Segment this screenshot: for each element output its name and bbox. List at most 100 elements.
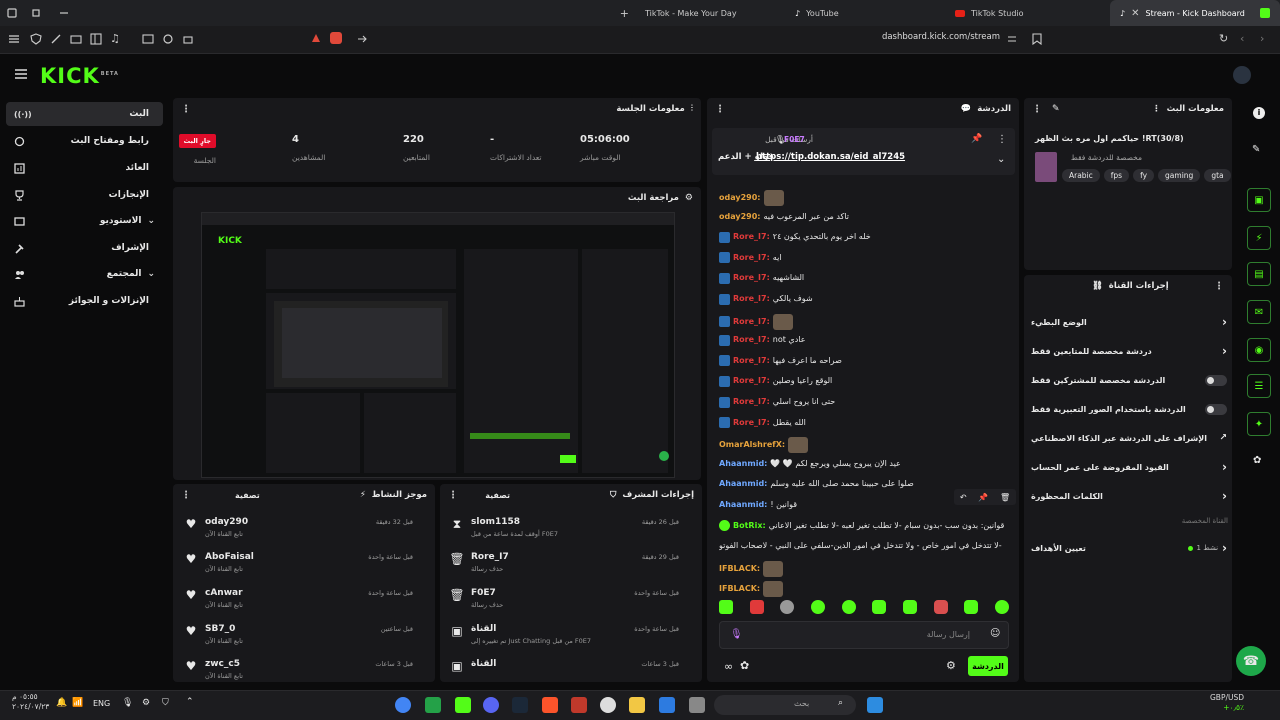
chat-send-button[interactable]: الدردشة xyxy=(968,656,1008,676)
pinned-message[interactable]: 📌 ⋮ أرسلت من قبل 🎙 F0E7 قولو + الدعم htt… xyxy=(712,128,1015,175)
info-rail-icon[interactable]: i xyxy=(1253,107,1265,119)
activity-row[interactable]: ♥ oday290 تابع القناة الآن قبل 32 دقيقة xyxy=(183,517,413,538)
tab-youtube[interactable]: ♪ YouTube xyxy=(785,0,945,26)
emote-rail-icon[interactable]: ✿ xyxy=(1253,455,1261,466)
nav-item-revenue[interactable]: العائد xyxy=(6,156,163,180)
rail-button-screen[interactable]: ▣ xyxy=(1247,188,1271,212)
files-icon[interactable] xyxy=(629,697,645,713)
toggle-switch[interactable] xyxy=(1205,403,1227,415)
mic-icon[interactable]: 🎙 xyxy=(730,629,743,640)
more-options-icon[interactable]: ⋮ xyxy=(997,134,1007,145)
chat-message[interactable]: Rore_I7: خله اخر يوم بالتحدي يكون ٢٤ xyxy=(719,231,1011,243)
more-options-icon[interactable]: ⋮ xyxy=(1214,281,1224,292)
emote-icon[interactable] xyxy=(749,600,764,614)
pencil-rail-icon[interactable]: ✎ xyxy=(1252,144,1260,155)
chat-message[interactable]: Rore_I7: صراحه ما اعرف فيها xyxy=(719,355,1011,367)
chat-message[interactable]: IFBLACK: xyxy=(719,560,1011,577)
browser-restore-icon[interactable] xyxy=(24,0,48,26)
tab-tiktok-studio[interactable]: TikTok Studio xyxy=(945,0,1110,26)
edit-icon[interactable]: ✎ xyxy=(1052,104,1060,114)
rail-button-doc[interactable]: ▤ xyxy=(1247,262,1271,286)
emote-icon[interactable] xyxy=(902,600,917,614)
new-tab-button[interactable]: + xyxy=(614,7,635,20)
store-bag-icon[interactable] xyxy=(659,697,675,713)
bookmark-icon[interactable] xyxy=(1032,33,1042,45)
activity-name[interactable]: oday290 xyxy=(205,517,248,527)
brave-icon[interactable] xyxy=(542,697,558,713)
rail-button-tools[interactable]: ✦ xyxy=(1247,412,1271,436)
hamburger-menu-icon[interactable] xyxy=(14,68,28,80)
steam-tray-icon[interactable]: ⚙ xyxy=(142,698,150,708)
activity-name[interactable]: cAnwar xyxy=(205,588,243,598)
activity-name[interactable]: zwc_c5 xyxy=(205,659,240,669)
mod-action-row[interactable]: ⧗ slom1158 أوقف لمدة ساعة من قبل F0E7 قبل 2… xyxy=(449,517,679,538)
chat-message[interactable]: Rore_I7: شوف يالكي xyxy=(719,293,1011,305)
emote-icon[interactable] xyxy=(719,600,733,614)
chat-username[interactable]: IFBLACK: xyxy=(719,583,760,595)
channel-action-item[interactable]: الوضع البطيء › xyxy=(1031,311,1227,333)
external-link-icon[interactable]: ↗ xyxy=(1219,433,1227,443)
chat-message[interactable]: oday290: تاكد من عبر المرعوب فيه xyxy=(719,211,1011,223)
extension-icon[interactable] xyxy=(50,33,62,45)
emote-icon[interactable] xyxy=(872,600,887,614)
wifi-icon[interactable]: 📶 xyxy=(72,698,83,708)
chat-settings-icon[interactable]: ⚙ xyxy=(946,659,956,672)
channel-action-item[interactable]: الإشراف على الدردشة عبر الذكاء الاصطناعي… xyxy=(1031,427,1227,449)
stream-preview-video[interactable]: KICK xyxy=(201,212,675,478)
chat-message[interactable]: Ahaanmid: عيد الإن يبروح يسلي ويرجع لكم 🤍… xyxy=(719,458,1011,470)
screenshot-icon[interactable] xyxy=(142,33,154,45)
clock[interactable]: ٠٥:٥٥ م ٢٠٢٤/٠٧/٢٣ xyxy=(12,692,49,712)
reply-icon[interactable]: ↶ xyxy=(960,493,967,502)
mouse-icon[interactable] xyxy=(600,697,616,713)
mod-action-row[interactable]: 🗑 Rore_I7 حذف رسالة قبل 29 دقيقة xyxy=(449,552,679,573)
mic-tray-icon[interactable]: 🎙 xyxy=(122,698,133,708)
chrome-icon[interactable] xyxy=(395,697,411,713)
nav-item-live[interactable]: البث ((·)) xyxy=(6,102,163,126)
emote-icon[interactable] xyxy=(994,600,1009,614)
chat-message[interactable]: -لا تتدخل في امور خاص - ولا تتدخل في امو… xyxy=(719,540,1011,552)
nav-item-stream-key[interactable]: رابط ومفتاح البث xyxy=(6,129,163,153)
chat-message[interactable]: Rore_I7: الوقع راعيا وصلين xyxy=(719,375,1011,387)
filter-button[interactable]: تصفية xyxy=(485,491,510,500)
chat-username[interactable]: Ahaanmid: xyxy=(719,499,767,511)
chevron-down-icon[interactable]: ⌄ xyxy=(997,154,1005,165)
emote-icon[interactable] xyxy=(780,600,795,614)
chat-username[interactable]: Ahaanmid: xyxy=(719,458,767,470)
channel-action-item[interactable]: الدردشة باستخدام الصور التعبيرية فقط xyxy=(1031,398,1227,420)
reload-icon[interactable]: ↻ xyxy=(1219,32,1228,45)
chat-username[interactable]: oday290: xyxy=(719,211,761,223)
more-options-icon[interactable]: ⋮ xyxy=(1032,104,1042,115)
avatar[interactable] xyxy=(1233,66,1251,84)
chat-username[interactable]: OmarAlshrefX: xyxy=(719,439,785,451)
windows-start-icon[interactable] xyxy=(867,697,883,713)
channel-action-item[interactable]: القيود المفروضة على عمر الحساب › xyxy=(1031,456,1227,478)
support-button[interactable]: ☎ xyxy=(1236,646,1266,676)
more-options-icon[interactable]: ⋮ xyxy=(715,104,725,115)
emote-icon[interactable] xyxy=(933,600,948,614)
chevron-up-icon[interactable]: ⌃ xyxy=(186,697,194,707)
taskbar-search[interactable]: بحث ⌕ xyxy=(714,695,856,715)
tag[interactable]: gta xyxy=(1204,169,1231,182)
language-indicator[interactable]: ENG xyxy=(93,699,110,708)
activity-row[interactable]: ♥ SB7_0 تابع القناة الآن قبل ساعتين xyxy=(183,624,413,645)
store-icon[interactable] xyxy=(455,697,471,713)
pinned-link[interactable]: https://tip.dokan.sa/eid_al7245 xyxy=(756,152,905,162)
emote-icon[interactable] xyxy=(964,600,979,614)
activity-row[interactable]: ♥ AboFaisal تابع القناة الآن قبل ساعة واحدة xyxy=(183,552,413,573)
rail-button-list[interactable]: ☰ xyxy=(1247,374,1271,398)
tag[interactable]: fps xyxy=(1103,169,1130,182)
chat-username[interactable]: BotRix: xyxy=(733,520,766,532)
channel-action-item[interactable]: دردشة مخصصة للمتابعين فقط › xyxy=(1031,340,1227,362)
brave-rewards-icon[interactable] xyxy=(330,32,342,44)
chat-username[interactable]: Rore_I7: xyxy=(733,231,770,243)
rail-button-bolt[interactable]: ⚡ xyxy=(1247,226,1271,250)
activity-row[interactable]: ♥ zwc_c5 تابع القناة الآن قبل 3 ساعات xyxy=(183,659,413,680)
steam-icon[interactable] xyxy=(512,697,528,713)
chat-username[interactable]: Rore_I7: xyxy=(733,375,770,387)
nav-item-achievements[interactable]: الإنجازات xyxy=(6,183,163,207)
toggle-switch[interactable] xyxy=(1205,374,1227,386)
chat-username[interactable]: Rore_I7: xyxy=(733,334,770,346)
activity-name[interactable]: AboFaisal xyxy=(205,552,254,562)
rail-button-live[interactable]: ◉ xyxy=(1247,338,1271,362)
chat-infinity-icon[interactable]: ∞ xyxy=(724,660,733,673)
